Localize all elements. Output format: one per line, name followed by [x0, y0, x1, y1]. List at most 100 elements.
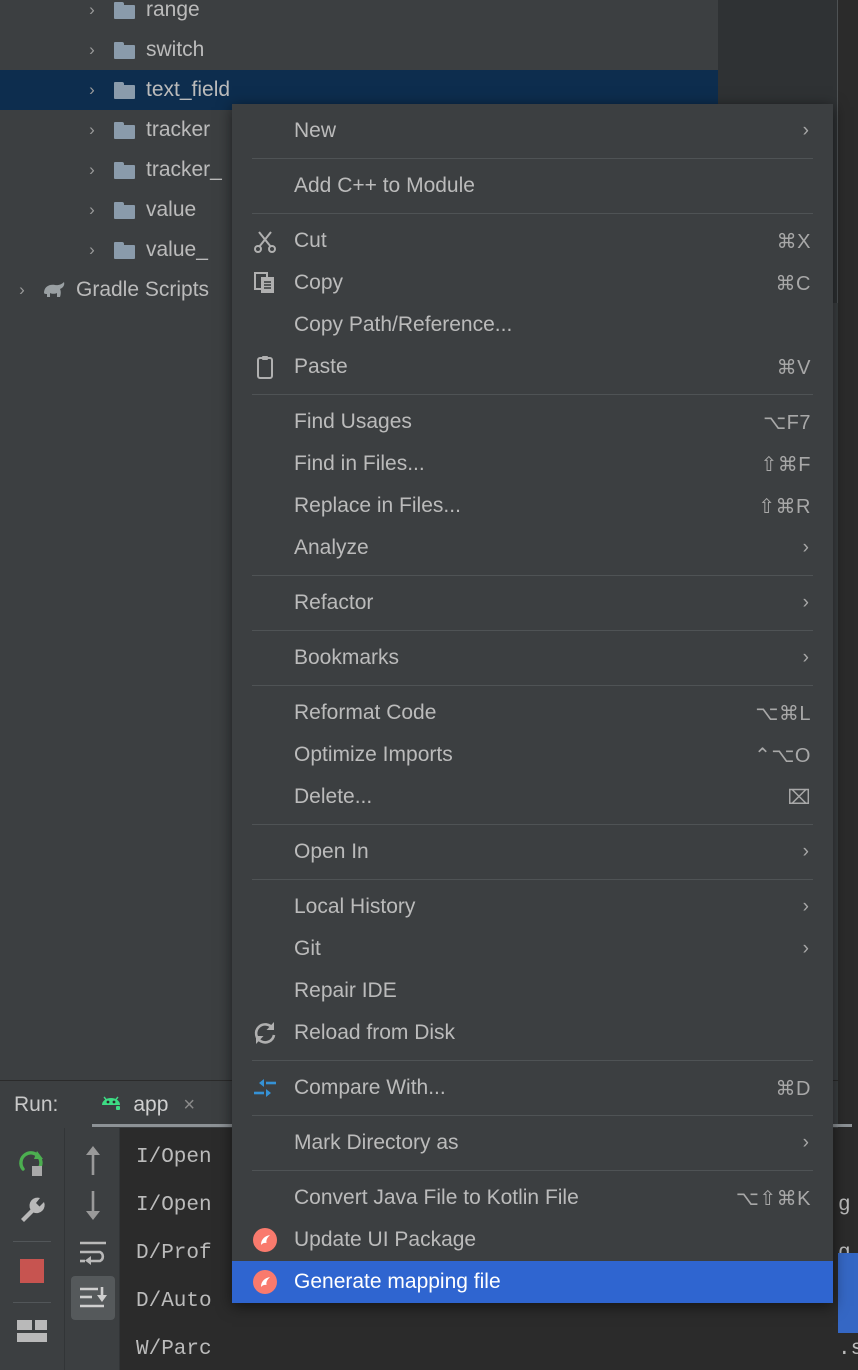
menu-item-label: Local History	[294, 895, 416, 918]
menu-item[interactable]: Delete... ⌧	[232, 776, 833, 818]
menu-item-label: Bookmarks	[294, 646, 400, 669]
chevron-right-icon[interactable]: ›	[14, 280, 30, 300]
chevron-right-icon: ›	[802, 938, 809, 959]
chevron-right-icon: ›	[802, 896, 809, 917]
run-tab-app[interactable]: app ×	[98, 1093, 195, 1117]
menu-item-shortcut: ⌥⌘L	[755, 702, 811, 725]
menu-item-label: New	[294, 119, 337, 142]
tree-row-label: tracker_	[146, 158, 222, 181]
console-scrollbar-thumb[interactable]	[838, 1253, 858, 1333]
menu-item-icon-slot	[250, 443, 280, 485]
chevron-right-icon[interactable]: ›	[84, 120, 100, 140]
run-mid-toolbar	[66, 1128, 120, 1370]
menu-item-icon-slot	[250, 831, 280, 873]
menu-item[interactable]: Generate mapping file	[232, 1261, 833, 1303]
tree-row[interactable]: › range	[0, 0, 718, 30]
menu-item[interactable]: Optimize Imports ⌃⌥O	[232, 734, 833, 776]
menu-separator	[252, 685, 813, 686]
menu-item[interactable]: Paste ⌘V	[232, 346, 833, 388]
menu-item-icon-slot	[250, 582, 280, 624]
menu-item-label: Optimize Imports	[294, 743, 453, 766]
scissors-icon	[250, 220, 280, 262]
menu-item-label: Refactor	[294, 591, 374, 614]
close-icon[interactable]: ×	[183, 1094, 195, 1117]
menu-item[interactable]: Bookmarks ›	[232, 637, 833, 679]
menu-item[interactable]: Repair IDE	[232, 970, 833, 1012]
menu-item[interactable]: Reformat Code ⌥⌘L	[232, 692, 833, 734]
menu-item[interactable]: Convert Java File to Kotlin File ⌥⇧⌘K	[232, 1177, 833, 1219]
clipboard-icon	[250, 346, 280, 388]
menu-item[interactable]: Open In ›	[232, 831, 833, 873]
layout-icon[interactable]	[10, 1310, 54, 1354]
menu-item-label: Delete...	[294, 785, 373, 808]
menu-item-label: Copy Path/Reference...	[294, 313, 513, 336]
folder-icon	[114, 121, 136, 139]
menu-item[interactable]: Analyze ›	[232, 527, 833, 569]
menu-item-label: Copy	[294, 271, 344, 294]
menu-item[interactable]: Reload from Disk	[232, 1012, 833, 1054]
menu-item-icon-slot	[250, 734, 280, 776]
menu-item[interactable]: Refactor ›	[232, 582, 833, 624]
folder-icon	[114, 41, 136, 59]
menu-item[interactable]: Git ›	[232, 928, 833, 970]
menu-item-shortcut: ⌥F7	[763, 411, 811, 434]
menu-item-label: Paste	[294, 355, 348, 378]
menu-item-label: Reformat Code	[294, 701, 437, 724]
menu-item-label: Convert Java File to Kotlin File	[294, 1186, 579, 1209]
chevron-right-icon: ›	[802, 841, 809, 862]
scroll-to-end-icon[interactable]	[70, 1276, 115, 1320]
run-panel-title: Run:	[14, 1093, 59, 1116]
menu-item[interactable]: Replace in Files... ⇧⌘R	[232, 485, 833, 527]
menu-item-icon-slot	[250, 110, 280, 152]
toolbar-separator	[13, 1241, 51, 1242]
tree-row[interactable]: › switch	[0, 30, 718, 70]
rerun-icon[interactable]	[10, 1142, 54, 1186]
chevron-right-icon: ›	[802, 592, 809, 613]
up-arrow-icon[interactable]	[71, 1138, 115, 1182]
tree-row-label: switch	[146, 38, 205, 61]
menu-item[interactable]: Copy Path/Reference...	[232, 304, 833, 346]
menu-item[interactable]: Find Usages ⌥F7	[232, 401, 833, 443]
menu-item-icon-slot	[250, 1122, 280, 1164]
menu-item-label: Add C++ to Module	[294, 174, 475, 197]
android-robot-icon	[98, 1096, 124, 1114]
compare-icon	[250, 1067, 280, 1109]
down-arrow-icon[interactable]	[71, 1184, 115, 1228]
chevron-right-icon[interactable]: ›	[84, 160, 100, 180]
folder-icon	[114, 81, 136, 99]
console-output-right-overflow: ggm.s	[838, 1128, 858, 1370]
menu-item[interactable]: Find in Files... ⇧⌘F	[232, 443, 833, 485]
menu-item[interactable]: Mark Directory as ›	[232, 1122, 833, 1164]
wrench-settings-icon[interactable]	[10, 1188, 54, 1232]
menu-item-label: Open In	[294, 840, 369, 863]
tree-row-label: text_field	[146, 78, 231, 101]
menu-item[interactable]: Cut ⌘X	[232, 220, 833, 262]
menu-item-icon-slot	[250, 527, 280, 569]
menu-separator	[252, 630, 813, 631]
soft-wrap-icon[interactable]	[71, 1230, 115, 1274]
menu-item-icon-slot	[250, 692, 280, 734]
menu-item[interactable]: Local History ›	[232, 886, 833, 928]
menu-item[interactable]: Compare With... ⌘D	[232, 1067, 833, 1109]
chevron-right-icon[interactable]: ›	[84, 240, 100, 260]
stop-icon[interactable]	[10, 1249, 54, 1293]
menu-item[interactable]: New ›	[232, 110, 833, 152]
menu-item[interactable]: Copy ⌘C	[232, 262, 833, 304]
menu-item-icon-slot	[250, 401, 280, 443]
chevron-right-icon[interactable]: ›	[84, 200, 100, 220]
kotlin-plugin-icon	[250, 1219, 280, 1261]
menu-item-icon-slot	[250, 928, 280, 970]
kotlin-plugin-icon	[250, 1261, 280, 1303]
chevron-right-icon[interactable]: ›	[84, 80, 100, 100]
menu-item-icon-slot	[250, 970, 280, 1012]
chevron-right-icon: ›	[802, 647, 809, 668]
menu-item-shortcut: ⇧⌘R	[758, 495, 811, 518]
menu-separator	[252, 879, 813, 880]
chevron-right-icon[interactable]: ›	[84, 40, 100, 60]
menu-item-shortcut: ⌘X	[776, 230, 811, 253]
tree-row-label: value_	[146, 238, 208, 261]
menu-separator	[252, 394, 813, 395]
menu-item[interactable]: Add C++ to Module	[232, 165, 833, 207]
chevron-right-icon[interactable]: ›	[84, 0, 100, 20]
menu-item[interactable]: Update UI Package	[232, 1219, 833, 1261]
